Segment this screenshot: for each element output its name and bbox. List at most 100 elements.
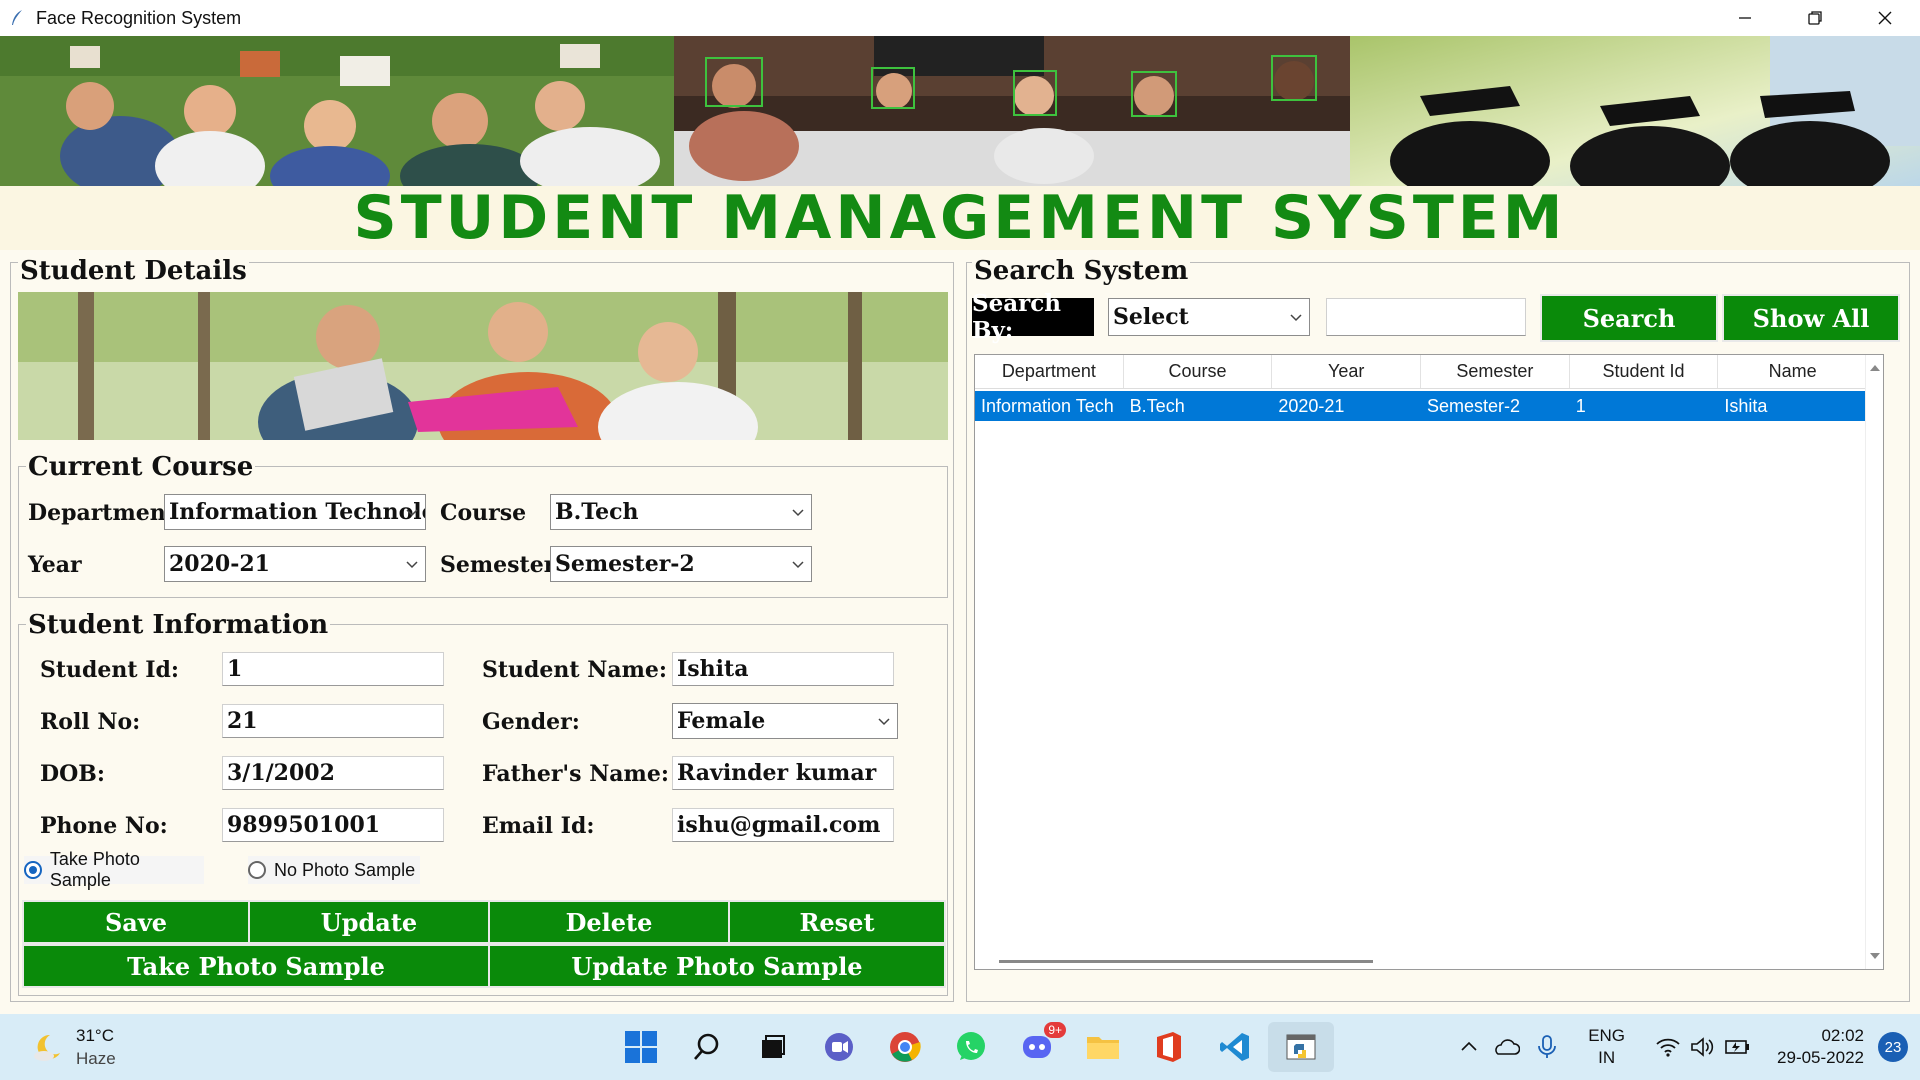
chevron-down-icon — [792, 561, 804, 569]
table-cell-student-id: 1 — [1575, 395, 1586, 416]
table-row[interactable]: Information Tech B.Tech 2020-21 Semester… — [975, 391, 1867, 421]
minimize-button[interactable] — [1710, 0, 1780, 36]
horizontal-scrollbar[interactable] — [999, 960, 1373, 963]
chrome-button[interactable] — [872, 1022, 938, 1072]
window-title: Face Recognition System — [36, 7, 242, 28]
onedrive-cloud-icon[interactable] — [1492, 1036, 1521, 1058]
weather-condition: Haze — [76, 1049, 116, 1068]
volume-icon[interactable] — [1689, 1036, 1715, 1058]
chevron-down-icon — [1290, 314, 1302, 322]
search-input[interactable] — [1326, 298, 1526, 336]
search-by-value: Select — [1113, 304, 1189, 330]
teams-chat-button[interactable] — [806, 1022, 872, 1072]
table-cell-course: B.Tech — [1129, 395, 1185, 416]
table-cell-department: Information Tech — [981, 395, 1114, 416]
taskbar: 31°C Haze 9+ ENG IN 02:02 29-05-2022 23 — [0, 1014, 1920, 1080]
graduation-image — [1350, 36, 1920, 186]
semester-label: Semester — [440, 552, 556, 578]
region-code: IN — [1598, 1048, 1616, 1067]
department-value: Information Technolog — [169, 499, 426, 525]
course-value: B.Tech — [555, 499, 639, 525]
classroom-face-detection-image — [674, 36, 1350, 186]
students-studying-image — [18, 292, 948, 440]
restore-icon — [1808, 11, 1822, 25]
department-label: Department — [28, 500, 176, 526]
roll-no-field[interactable]: 21 — [222, 704, 444, 738]
chevron-down-icon — [878, 718, 890, 726]
table-cell-semester: Semester-2 — [1427, 395, 1521, 416]
students-on-grass-image — [0, 36, 674, 186]
discord-button[interactable]: 9+ — [1004, 1022, 1070, 1072]
column-header-course[interactable]: Course — [1124, 355, 1273, 388]
vscode-button[interactable] — [1202, 1022, 1268, 1072]
chevron-up-icon[interactable] — [1458, 1036, 1480, 1058]
search-button[interactable]: Search — [1540, 294, 1718, 342]
student-id-field[interactable]: 1 — [222, 652, 444, 686]
semester-combobox[interactable]: Semester-2 — [550, 546, 812, 582]
phone-no-field[interactable]: 9899501001 — [222, 808, 444, 842]
table-cell-name: Ishita — [1724, 395, 1768, 416]
vertical-scrollbar[interactable] — [1865, 355, 1883, 969]
python-app-button[interactable] — [1268, 1022, 1334, 1072]
start-button[interactable] — [608, 1022, 674, 1072]
close-button[interactable] — [1850, 0, 1920, 36]
semester-value: Semester-2 — [555, 551, 695, 577]
whatsapp-button[interactable] — [938, 1022, 1004, 1072]
column-header-semester[interactable]: Semester — [1421, 355, 1570, 388]
search-by-label: Search By: — [972, 290, 1094, 344]
chat-icon — [825, 1033, 853, 1061]
column-header-student-id[interactable]: Student Id — [1570, 355, 1719, 388]
course-combobox[interactable]: B.Tech — [550, 494, 812, 530]
headline-bar: STUDENT MANAGEMENT SYSTEM — [0, 183, 1920, 253]
feather-icon — [12, 10, 22, 25]
department-combobox[interactable]: Information Technolog — [164, 494, 426, 530]
scroll-up-icon — [1870, 365, 1880, 371]
take-photo-sample-button[interactable]: Take Photo Sample — [22, 944, 490, 988]
update-button[interactable]: Update — [248, 900, 490, 944]
table-cell-year: 2020-21 — [1278, 395, 1345, 416]
student-id-label: Student Id: — [40, 657, 180, 683]
search-by-combobox[interactable]: Select — [1108, 298, 1310, 336]
language-code: ENG — [1588, 1026, 1626, 1045]
save-button[interactable]: Save — [22, 900, 250, 944]
clock-date: 29-05-2022 — [1777, 1048, 1864, 1067]
student-name-field[interactable]: Ishita — [672, 652, 894, 686]
show-all-button[interactable]: Show All — [1722, 294, 1900, 342]
update-photo-sample-button[interactable]: Update Photo Sample — [488, 944, 946, 988]
search-taskbar-button[interactable] — [674, 1022, 740, 1072]
file-explorer-button[interactable] — [1070, 1022, 1136, 1072]
gender-combobox[interactable]: Female — [672, 703, 898, 739]
restore-button[interactable] — [1780, 0, 1850, 36]
student-table[interactable]: Department Course Year Semester Student … — [974, 354, 1884, 970]
system-tray: ENG IN 02:02 29-05-2022 23 — [1458, 1014, 1920, 1080]
clock[interactable]: 02:02 29-05-2022 — [1777, 1025, 1864, 1069]
column-header-name[interactable]: Name — [1718, 355, 1867, 388]
email-id-field[interactable]: ishu@gmail.com — [672, 808, 894, 842]
office-button[interactable] — [1136, 1022, 1202, 1072]
father-name-label: Father's Name: — [482, 761, 669, 787]
year-combobox[interactable]: 2020-21 — [164, 546, 426, 582]
chevron-down-icon — [792, 509, 804, 517]
weather-widget[interactable]: 31°C Haze — [30, 1024, 116, 1070]
task-view-icon — [762, 1035, 785, 1058]
dob-field[interactable]: 3/1/2002 — [222, 756, 444, 790]
radio-selected-icon — [24, 861, 42, 879]
reset-button[interactable]: Reset — [728, 900, 946, 944]
column-header-year[interactable]: Year — [1272, 355, 1422, 388]
battery-icon[interactable] — [1723, 1036, 1751, 1058]
email-id-label: Email Id: — [482, 813, 595, 839]
vscode-icon — [1220, 1033, 1249, 1061]
office-icon — [1157, 1032, 1181, 1062]
clock-time: 02:02 — [1821, 1026, 1864, 1045]
take-photo-radio[interactable]: Take Photo Sample — [24, 849, 204, 890]
no-photo-radio[interactable]: No Photo Sample — [248, 856, 420, 884]
notification-badge[interactable]: 23 — [1878, 1032, 1908, 1062]
task-view-button[interactable] — [740, 1022, 806, 1072]
father-name-field[interactable]: Ravinder kumar — [672, 756, 894, 790]
column-header-department[interactable]: Department — [975, 355, 1124, 388]
delete-button[interactable]: Delete — [488, 900, 730, 944]
language-indicator[interactable]: ENG IN — [1588, 1025, 1625, 1069]
wifi-icon[interactable] — [1655, 1036, 1681, 1058]
microphone-icon[interactable] — [1536, 1034, 1558, 1060]
year-label: Year — [28, 552, 82, 578]
